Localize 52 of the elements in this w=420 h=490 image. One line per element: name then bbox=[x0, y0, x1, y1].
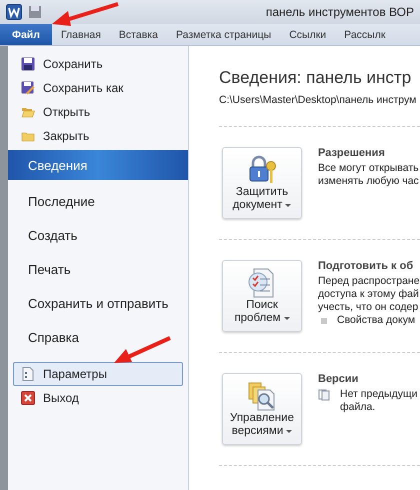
open-folder-icon bbox=[21, 105, 35, 119]
close-icon bbox=[21, 391, 35, 405]
menu-command[interactable]: Открыть bbox=[13, 100, 183, 124]
document-icon bbox=[21, 367, 35, 381]
ribbon-tab[interactable]: Разметка страницы bbox=[166, 24, 280, 45]
word-logo-icon[interactable] bbox=[6, 4, 22, 20]
menu-page-item[interactable]: Сведения bbox=[8, 150, 188, 180]
window-title: панель инструментов ВОР bbox=[266, 5, 414, 19]
menu-page-item[interactable]: Последние bbox=[8, 184, 188, 218]
description-text: Нет предыдущи bbox=[340, 388, 418, 401]
bullet-icon bbox=[321, 318, 327, 324]
section-title: Подготовить к об bbox=[318, 260, 414, 272]
document-versions-icon bbox=[318, 388, 330, 400]
menu-command[interactable]: Закрыть bbox=[13, 124, 183, 148]
menu-command[interactable]: Параметры bbox=[13, 362, 183, 386]
description-text: доступа к этому фай bbox=[318, 288, 420, 301]
dropdown-button[interactable]: Управление версиями bbox=[222, 373, 302, 445]
description-text: Перед распростране bbox=[318, 275, 420, 288]
description-text: Все могут открывать bbox=[318, 162, 419, 175]
description-text: учесть, что он содер bbox=[318, 301, 420, 314]
menu-command[interactable]: Сохранить как bbox=[13, 76, 183, 100]
button-label: версиями bbox=[232, 425, 284, 438]
menu-page-item[interactable]: Создать bbox=[8, 218, 188, 252]
info-heading: Сведения: панель инстр bbox=[219, 68, 412, 88]
menu-page-item[interactable]: Сохранить и отправить bbox=[8, 286, 188, 320]
ribbon-tab[interactable]: Рассылк bbox=[335, 24, 394, 45]
caret-icon bbox=[284, 317, 290, 320]
property-link[interactable]: Свойства докум bbox=[337, 314, 416, 327]
menu-page-item[interactable]: Печать bbox=[8, 252, 188, 286]
menu-command[interactable]: Выход bbox=[13, 386, 183, 410]
section-title: Версии bbox=[318, 373, 360, 385]
description-text: файла. bbox=[339, 401, 376, 414]
caret-icon bbox=[285, 204, 292, 207]
ribbon-tab[interactable]: Файл bbox=[0, 24, 52, 45]
ribbon-tab[interactable]: Ссылки bbox=[280, 24, 336, 45]
ribbon-tab[interactable]: Вставка bbox=[110, 24, 167, 45]
floppy-pencil-icon bbox=[21, 81, 35, 95]
section-title: Разрешения bbox=[318, 147, 386, 159]
description-text: изменять любую час bbox=[318, 175, 419, 188]
dropdown-button[interactable]: Поиск проблем bbox=[222, 260, 302, 332]
button-label: документ bbox=[232, 199, 282, 212]
menu-page-item[interactable]: Справка bbox=[8, 320, 188, 354]
pointer-arrow-drawing bbox=[112, 334, 172, 366]
button-label: Поиск bbox=[246, 299, 278, 312]
button-label: проблем bbox=[234, 312, 281, 325]
dropdown-button[interactable]: Защитить документ bbox=[222, 147, 302, 219]
ribbon-tab[interactable]: Главная bbox=[52, 24, 110, 45]
caret-icon bbox=[286, 430, 292, 433]
button-label: Управление bbox=[230, 412, 294, 425]
file-path: C:\Users\Master\Desktop\панель инструм bbox=[219, 94, 420, 127]
menu-command[interactable]: Сохранить bbox=[13, 52, 183, 76]
button-label: Защитить bbox=[236, 186, 288, 199]
